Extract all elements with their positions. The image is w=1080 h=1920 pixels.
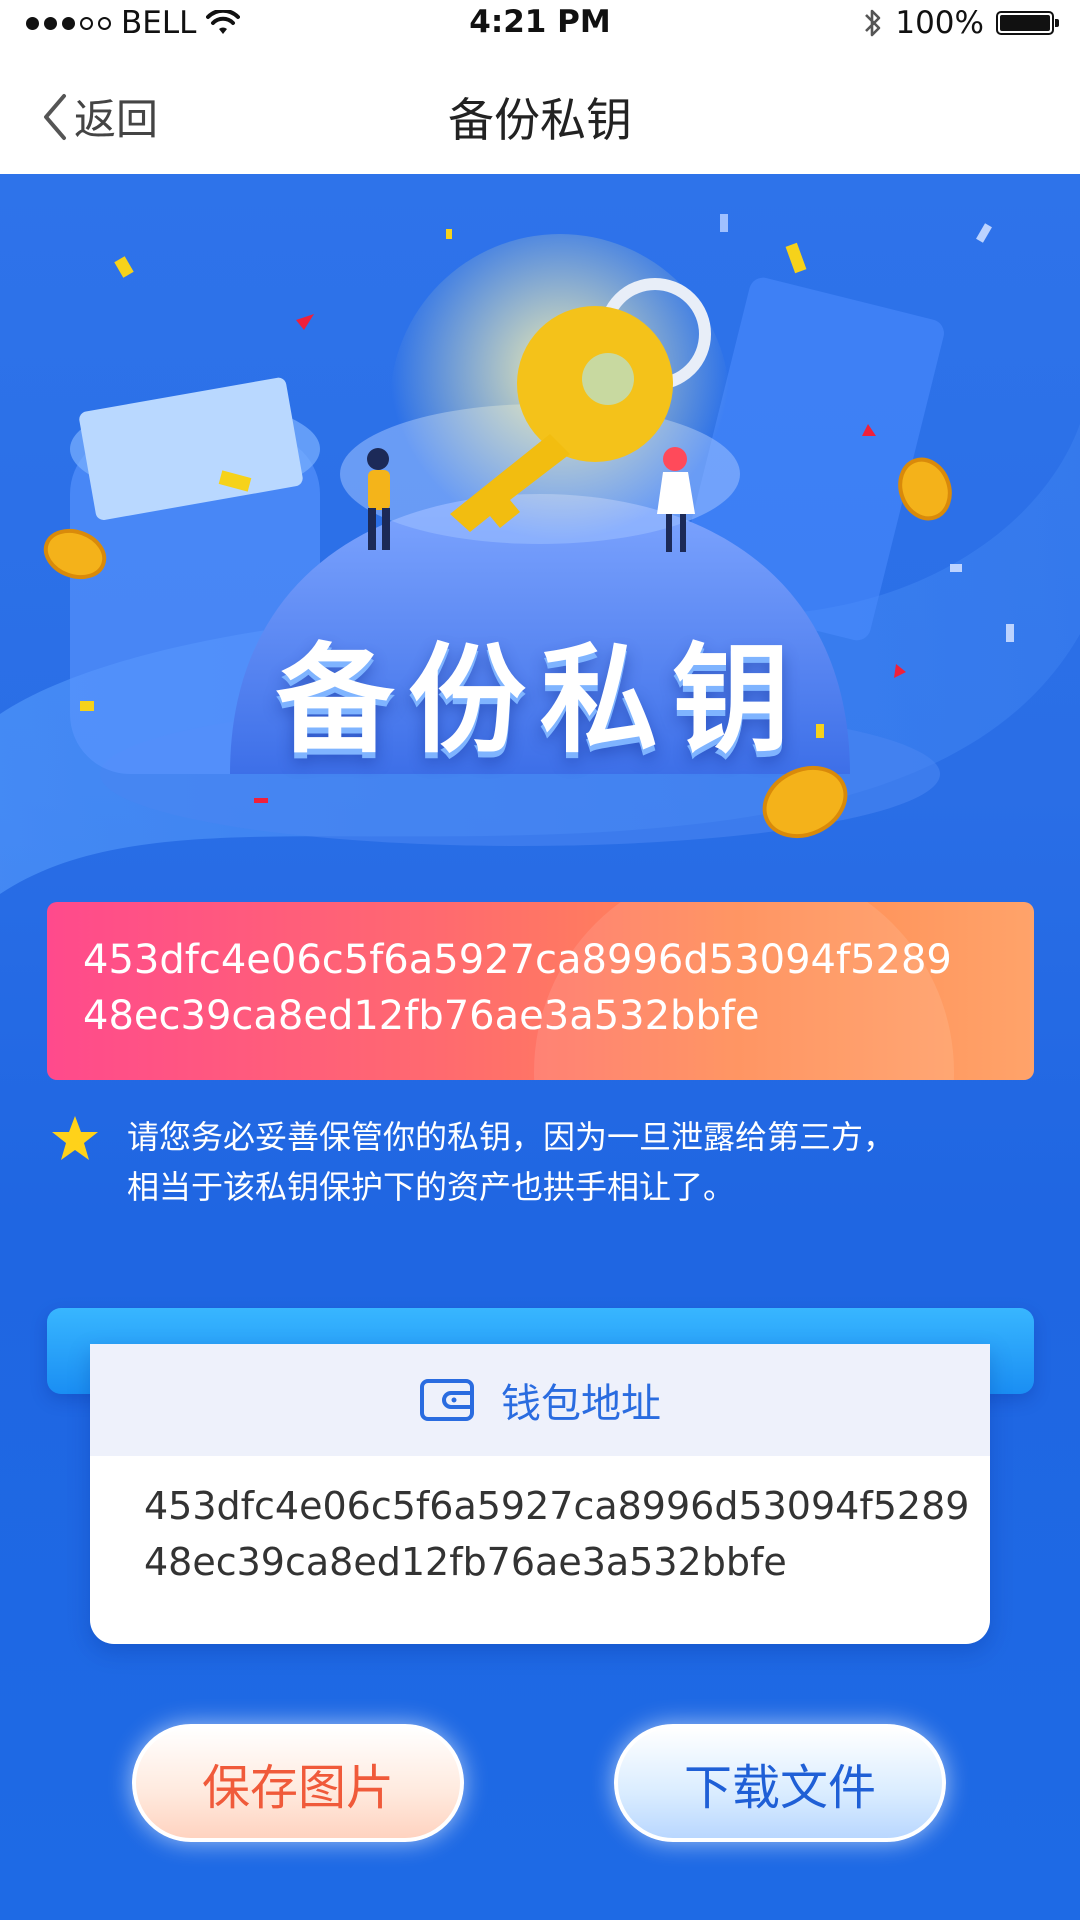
main-content: 备份私钥 453dfc4e06c5f6a5927ca8996d53094f528… xyxy=(0,174,1080,1920)
private-key-text: 453dfc4e06c5f6a5927ca8996d53094f5289 48e… xyxy=(83,932,952,1044)
hero-illustration xyxy=(0,214,1080,894)
warning-text: 请您务必妥善保管你的私钥，因为一旦泄露给第三方， 相当于该私钥保护下的资产也拱手… xyxy=(127,1112,895,1212)
private-key-line-1: 453dfc4e06c5f6a5927ca8996d53094f5289 xyxy=(83,937,952,983)
status-right: 100% xyxy=(863,5,1059,41)
warning-line-2: 相当于该私钥保护下的资产也拱手相让了。 xyxy=(127,1168,736,1206)
wallet-icon xyxy=(420,1379,474,1421)
nav-bar: 返回 备份私钥 xyxy=(0,50,1080,174)
status-bar: BELL 4:21 PM 100% xyxy=(0,0,1080,46)
wallet-address-line-1: 453dfc4e06c5f6a5927ca8996d53094f5289 xyxy=(144,1484,970,1528)
hero-title: 备份私钥 xyxy=(275,631,804,769)
battery-icon xyxy=(996,11,1059,35)
private-key-line-2: 48ec39ca8ed12fb76ae3a532bbfe xyxy=(83,993,760,1039)
wallet-header: 钱包地址 xyxy=(90,1344,990,1456)
private-key-card[interactable]: 453dfc4e06c5f6a5927ca8996d53094f5289 48e… xyxy=(47,902,1034,1080)
save-image-button[interactable]: 保存图片 xyxy=(132,1724,464,1842)
battery-percent: 100% xyxy=(895,5,984,41)
download-file-button[interactable]: 下载文件 xyxy=(614,1724,946,1842)
star-icon xyxy=(52,1116,98,1160)
warning-line-1: 请您务必妥善保管你的私钥，因为一旦泄露给第三方， xyxy=(127,1118,896,1156)
bluetooth-icon xyxy=(865,9,881,37)
wallet-address-card: 钱包地址 453dfc4e06c5f6a5927ca8996d53094f528… xyxy=(90,1344,990,1644)
wallet-address-line-2: 48ec39ca8ed12fb76ae3a532bbfe xyxy=(144,1540,787,1584)
wallet-address[interactable]: 453dfc4e06c5f6a5927ca8996d53094f5289 48e… xyxy=(90,1456,990,1590)
wallet-label: 钱包地址 xyxy=(501,1381,661,1427)
page-title: 备份私钥 xyxy=(448,93,632,147)
